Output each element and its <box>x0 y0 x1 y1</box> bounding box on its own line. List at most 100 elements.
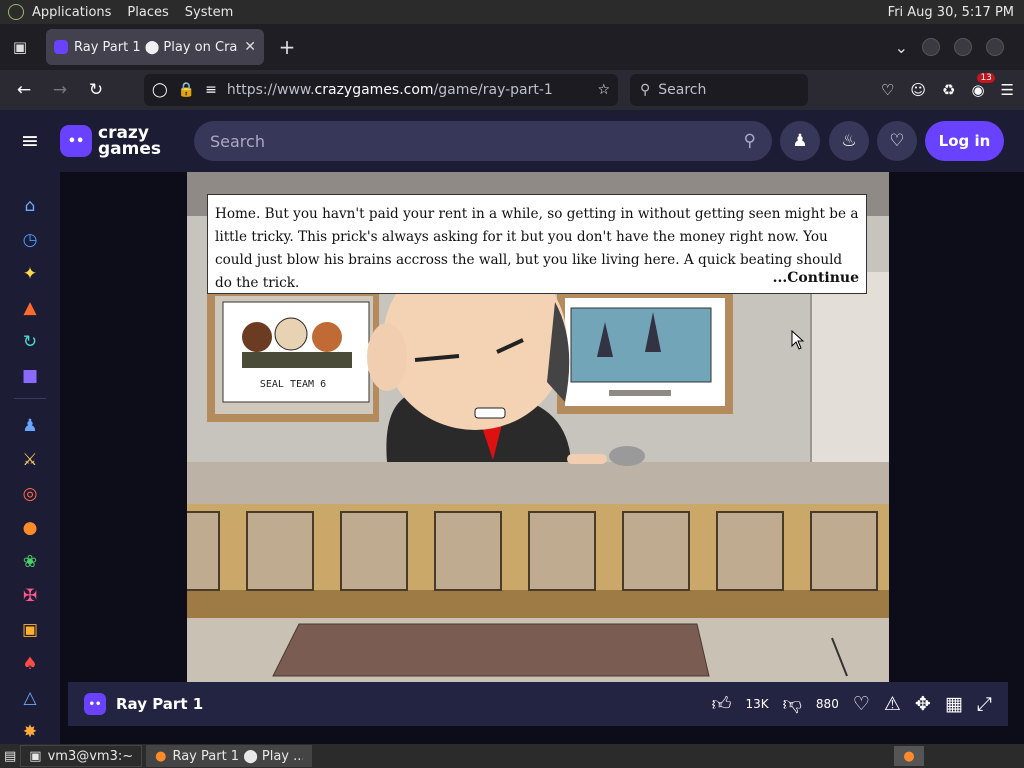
poster-figure-3 <box>312 322 342 352</box>
site-header: ≡ •• crazy games Search ⚲ ♟ ♨ ♡ Log in <box>0 110 1024 172</box>
trending-icon[interactable]: ▲ <box>18 296 42 320</box>
clicker-icon[interactable]: ✠ <box>18 584 42 608</box>
crazygames-logo-mark-icon: •• <box>60 125 92 157</box>
recent-icon[interactable]: ◷ <box>18 228 42 252</box>
ublock-extension-icon[interactable]: ◉ 13 <box>971 73 995 99</box>
menu-applications[interactable]: Applications <box>24 5 119 20</box>
maximize-window-button[interactable] <box>954 38 972 56</box>
workspace-switcher[interactable]: ● <box>894 746 924 766</box>
character-mouth <box>474 407 506 419</box>
originals-icon[interactable]: ■ <box>18 364 42 388</box>
basketball-icon[interactable]: ● <box>18 516 42 540</box>
dislike-count: 880 <box>815 697 839 711</box>
bookmark-star-icon[interactable]: ☆ <box>597 82 610 98</box>
game-action-bar: •• Ray Part 1 👍︎ 13K 👎︎ 880 ♡ ⚠ ✥ ▦ ⤢ <box>68 682 1008 726</box>
crazygames-small-logo-icon: •• <box>84 693 106 715</box>
forward-button[interactable]: → <box>42 80 78 100</box>
minimize-window-button[interactable] <box>922 38 940 56</box>
controller-icon[interactable]: △ <box>18 686 42 710</box>
crazygames-logo[interactable]: •• crazy games <box>60 125 162 159</box>
home-icon[interactable]: ⌂ <box>18 194 42 218</box>
favorite-heart-icon[interactable]: ♡ <box>853 693 870 715</box>
dialog-box[interactable]: Home. But you havn't paid your rent in a… <box>207 194 867 294</box>
search-icon: ⚲ <box>640 82 651 98</box>
poster-figure-1 <box>242 322 272 352</box>
back-button[interactable]: ← <box>6 80 42 100</box>
character-arm-hand <box>567 454 607 464</box>
tab-overview-icon[interactable]: ▣ <box>0 24 40 70</box>
site-search-input[interactable]: Search ⚲ <box>194 121 772 161</box>
card-icon[interactable]: ♠ <box>18 652 42 676</box>
updated-icon[interactable]: ↻ <box>18 330 42 354</box>
qr-code-icon[interactable]: ▦ <box>945 693 963 715</box>
extension-badge-count: 13 <box>977 73 995 83</box>
app-menu-icon[interactable]: ☰ <box>1001 81 1014 99</box>
url-path: /game/ray-part-1 <box>433 82 553 98</box>
logo-line-2: games <box>98 139 162 159</box>
firefox-task-label: Ray Part 1 ⬤ Play ... <box>172 748 304 764</box>
lock-icon[interactable]: 🔒 <box>178 82 195 98</box>
adventure-icon[interactable]: ◎ <box>18 482 42 506</box>
url-domain: crazygames.com <box>314 82 434 98</box>
counter-base <box>187 590 889 618</box>
login-button[interactable]: Log in <box>925 121 1004 161</box>
poster-figure-2 <box>274 317 308 351</box>
report-icon[interactable]: ⚠ <box>884 693 901 715</box>
driving-icon[interactable]: ▣ <box>18 618 42 642</box>
extensions-icon[interactable]: ♻ <box>942 81 955 99</box>
panel-clock[interactable]: Fri Aug 30, 5:17 PM <box>888 5 1024 20</box>
mouse-cursor-icon <box>791 330 805 350</box>
crazygames-wordmark: crazy games <box>98 125 162 159</box>
url-text[interactable]: https://www.crazygames.com/game/ray-part… <box>227 82 588 98</box>
browser-search-bar[interactable]: ⚲ Search <box>630 74 808 106</box>
bell-icon: ♨ <box>841 131 857 151</box>
taskbar-firefox[interactable]: ● Ray Part 1 ⬤ Play ... <box>146 745 313 767</box>
category-sidebar: ⌂ ◷ ✦ ▲ ↻ ■ ♟ ⚔ ◎ ● ❀ ✠ ▣ ♠ △ ✸ <box>0 172 60 744</box>
browser-navbar: ← → ↻ ◯ 🔒 ≡ https://www.crazygames.com/g… <box>0 70 1024 110</box>
casual-icon[interactable]: ❀ <box>18 550 42 574</box>
menu-places[interactable]: Places <box>119 5 176 20</box>
painting-canvas <box>570 307 712 383</box>
friends-icon: ♟ <box>792 131 808 151</box>
poster-figure-bodies <box>242 352 352 368</box>
thumbs-up-icon[interactable]: 👍︎ <box>712 693 732 716</box>
tab-title: Ray Part 1 ⬤ Play on CrazyGames <box>74 39 238 55</box>
pocket-icon[interactable]: ♡ <box>881 81 894 99</box>
search-icon[interactable]: ⚲ <box>744 131 756 151</box>
close-window-button[interactable] <box>986 38 1004 56</box>
browser-tab-active[interactable]: Ray Part 1 ⬤ Play on CrazyGames ✕ <box>46 29 264 65</box>
dialog-text: Home. But you havn't paid your rent in a… <box>215 206 859 291</box>
account-icon[interactable]: ☺ <box>910 81 926 99</box>
sidebar-toggle-icon[interactable]: ≡ <box>0 129 60 154</box>
fullscreen-icon[interactable]: ⤢ <box>977 693 992 715</box>
gnome-foot-icon[interactable] <box>8 4 24 20</box>
more-icon[interactable]: ✸ <box>18 720 42 744</box>
url-bar[interactable]: ◯ 🔒 ≡ https://www.crazygames.com/game/ra… <box>144 74 618 106</box>
game-canvas[interactable]: SEAL TEAM 6 Home. But you havn't paid yo… <box>187 172 889 682</box>
url-prefix: https://www. <box>226 82 315 98</box>
thumbs-down-icon[interactable]: 👎︎ <box>783 693 802 716</box>
action-icon[interactable]: ⚔ <box>18 448 42 472</box>
new-icon[interactable]: ✦ <box>18 262 42 286</box>
notifications-button[interactable]: ♨ <box>829 121 869 161</box>
permissions-icon[interactable]: ≡ <box>205 82 217 98</box>
multiplayer-icon[interactable]: ♟ <box>18 414 42 438</box>
scene-doorway <box>811 272 889 462</box>
desk-bell <box>609 446 645 466</box>
friends-button[interactable]: ♟ <box>780 121 820 161</box>
continue-button[interactable]: ...Continue <box>773 267 859 290</box>
top-panel: Applications Places System Fri Aug 30, 5… <box>0 0 1024 24</box>
counter-top <box>187 462 889 504</box>
favorites-button[interactable]: ♡ <box>877 121 917 161</box>
menu-system[interactable]: System <box>177 5 241 20</box>
game-title: Ray Part 1 <box>116 695 204 713</box>
gamepad-controls-icon[interactable]: ✥ <box>915 693 931 715</box>
taskbar-terminal[interactable]: ▣ vm3@vm3:~ <box>20 745 143 767</box>
list-all-tabs-icon[interactable]: ⌄ <box>895 38 908 57</box>
close-tab-icon[interactable]: ✕ <box>244 39 256 55</box>
reload-button[interactable]: ↻ <box>78 80 114 100</box>
show-desktop-icon[interactable]: ▤ <box>4 749 16 764</box>
firefox-tray-icon: ● <box>903 748 915 764</box>
tracking-protection-icon[interactable]: ◯ <box>152 82 168 98</box>
new-tab-button[interactable]: + <box>270 35 304 59</box>
